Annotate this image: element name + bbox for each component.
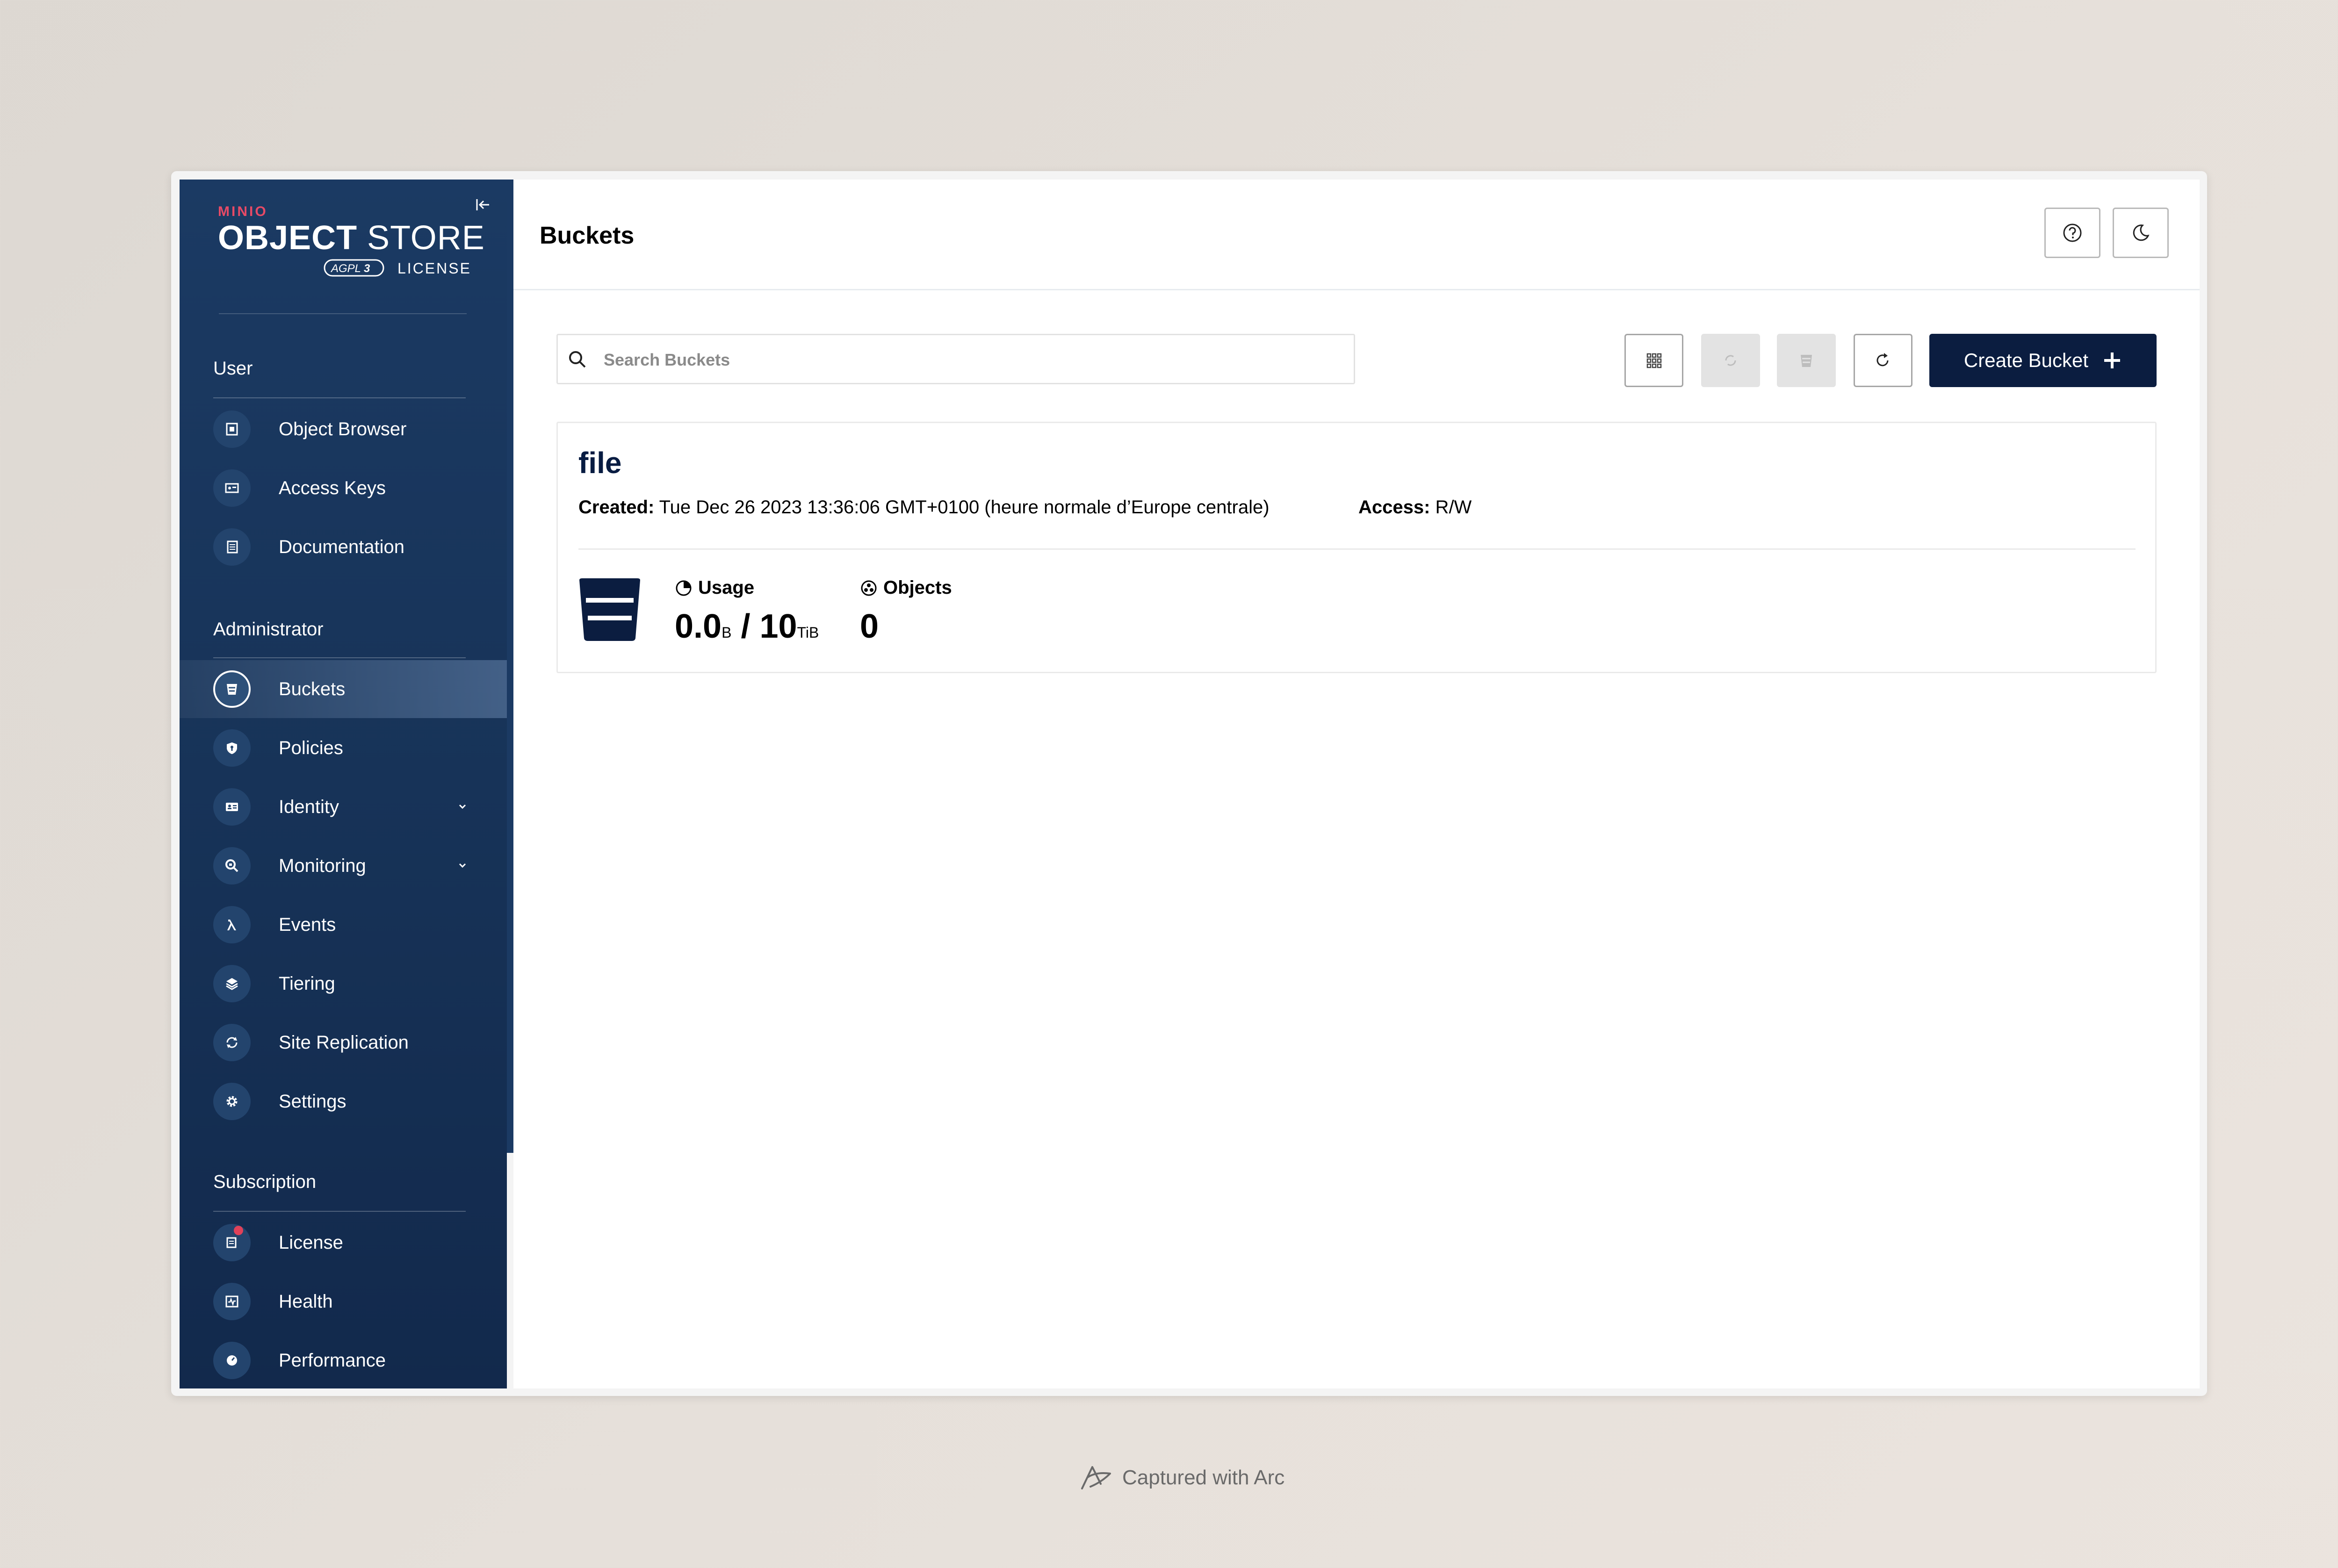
section-title-administrator: Administrator [213,619,324,640]
performance-icon [213,1342,251,1379]
license-icon [213,1224,251,1261]
sidebar-item-label: Performance [279,1350,386,1371]
sidebar-item-label: Identity [279,797,339,817]
key-card-icon [213,469,251,507]
capture-footer: Captured with Arc [1078,1463,1284,1492]
section-title-user: User [213,358,253,379]
sidebar-item-documentation[interactable]: Documentation [180,518,507,576]
collapse-sidebar-icon[interactable] [473,195,492,214]
sidebar-item-label: Tiering [279,973,335,994]
refresh-icon [1876,353,1889,367]
help-button[interactable] [2044,208,2100,258]
plus-icon [2104,352,2121,368]
sidebar-item-health[interactable]: Health [180,1273,507,1331]
sidebar-item-label: Object Browser [279,419,407,439]
set-lifecycle-button[interactable] [1777,334,1836,387]
svg-text:AGPL: AGPL [330,262,361,275]
refresh-button[interactable] [1854,334,1912,387]
gear-icon [213,1083,251,1120]
section-divider [213,657,466,658]
sidebar-item-label: Buckets [279,679,346,699]
bucket-card[interactable]: file Created: Tue Dec 26 2023 13:36:06 G… [556,422,2157,673]
sidebar-item-buckets[interactable]: Buckets [180,660,507,718]
layers-icon [213,965,251,1002]
logo-license: LICENSE [397,260,471,277]
create-bucket-button[interactable]: Create Bucket [1929,334,2157,387]
grid-view-button[interactable] [1624,334,1683,387]
card-divider [578,548,2136,550]
sidebar-scrollbar[interactable] [507,180,513,1153]
sidebar-item-label: Access Keys [279,478,386,498]
bucket-name[interactable]: file [578,446,621,480]
sidebar-item-license[interactable]: License [180,1214,507,1272]
section-divider [213,1211,466,1212]
usage-value: 0.0B / 10TiB [675,608,819,645]
sidebar-item-access-keys[interactable]: Access Keys [180,459,507,517]
sidebar-item-label: Settings [279,1091,346,1112]
notification-dot [234,1226,243,1235]
object-browser-icon [213,410,251,448]
sidebar-item-label: Documentation [279,537,405,557]
search-input[interactable] [603,345,1343,375]
sidebar-item-label: Monitoring [279,856,366,876]
question-icon [2063,223,2082,242]
agpl-logo-icon: AGPL 3 [324,259,384,277]
sidebar-item-monitoring[interactable]: Monitoring [180,837,507,895]
search-icon [569,351,586,368]
logo-divider [219,313,467,314]
svg-text:3: 3 [364,262,370,275]
sidebar: MINIO OBJECT STORE AGPL 3 LICENSE User O… [180,180,507,1388]
page-title: Buckets [540,222,635,249]
logo-brand: MINIO [218,204,268,219]
chevron-down-icon[interactable] [455,799,469,813]
sidebar-item-label: License [279,1232,343,1253]
objects-value: 0 [860,608,879,645]
sidebar-item-label: Policies [279,738,343,758]
create-bucket-label: Create Bucket [1963,349,2089,371]
grid-icon [1646,353,1662,368]
shield-icon [213,729,251,767]
sidebar-item-tiering[interactable]: Tiering [180,955,507,1013]
chevron-down-icon[interactable] [455,858,469,872]
magnifier-chart-icon [213,847,251,885]
id-card-icon [213,788,251,826]
sidebar-item-site-replication[interactable]: Site Replication [180,1014,507,1072]
sidebar-item-identity[interactable]: Identity [180,778,507,836]
search-field[interactable] [556,334,1355,384]
replication-icon [1725,355,1736,366]
health-icon [213,1283,251,1320]
arc-logo-icon [1081,1466,1111,1489]
section-title-subscription: Subscription [213,1172,317,1192]
bucket-created: Created: Tue Dec 26 2023 13:36:06 GMT+01… [578,497,1270,518]
objects-icon [861,580,877,596]
bucket-access: Access: R/W [1358,497,1472,518]
bucket-icon [213,670,251,708]
sidebar-item-settings[interactable]: Settings [180,1072,507,1130]
sidebar-item-label: Events [279,914,336,935]
section-divider [213,397,466,398]
sidebar-item-policies[interactable]: Policies [180,719,507,777]
sidebar-item-object-browser[interactable]: Object Browser [180,400,507,458]
sync-icon [213,1024,251,1061]
pie-chart-icon [676,580,692,596]
sidebar-item-label: Health [279,1291,333,1312]
footer-text: Captured with Arc [1122,1466,1285,1489]
logo-product: OBJECT STORE [218,219,485,257]
bucket-icon [579,578,640,641]
bucket-stack-icon [1801,355,1812,367]
set-replication-button[interactable] [1701,334,1760,387]
lambda-icon [213,906,251,943]
dark-mode-button[interactable] [2113,208,2169,258]
document-icon [213,528,251,566]
sidebar-item-performance[interactable]: Performance [180,1331,507,1388]
sidebar-item-label: Site Replication [279,1032,409,1053]
page-header: Buckets [513,180,2200,290]
usage-label: Usage [675,577,754,598]
moon-icon [2133,224,2150,241]
main-content: Buckets Create Bucket file C [513,180,2200,1388]
objects-label: Objects [860,577,952,598]
sidebar-item-events[interactable]: Events [180,896,507,954]
